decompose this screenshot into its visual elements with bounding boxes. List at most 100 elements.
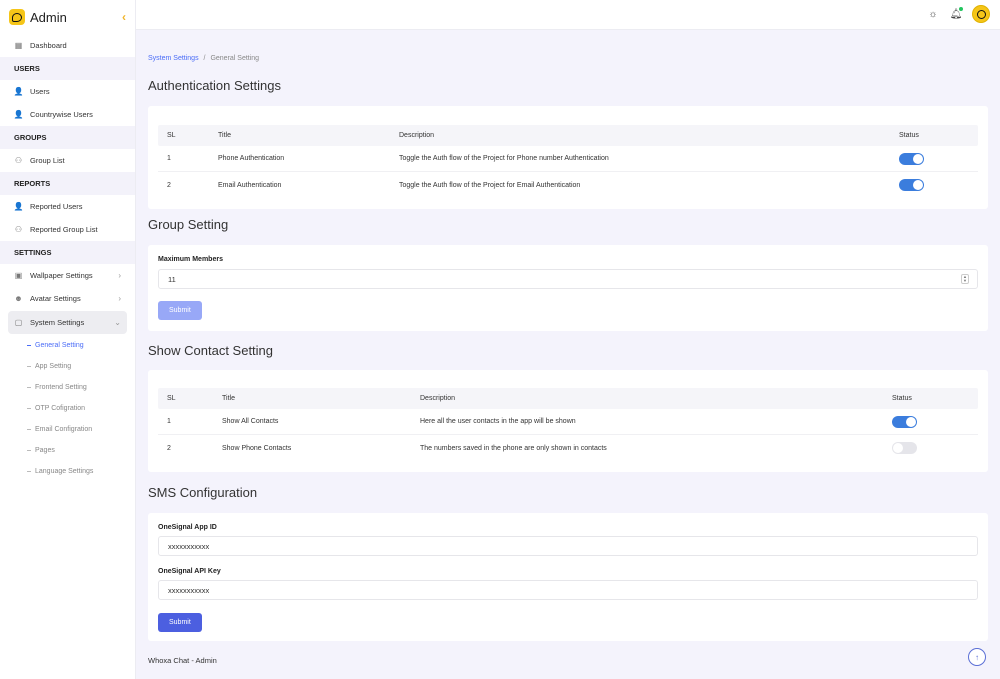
bullet — [27, 408, 31, 409]
submenu-pages[interactable]: Pages — [0, 440, 135, 461]
contact-table: SL Title Description Status 1 Show All C… — [158, 388, 978, 461]
breadcrumb-current: General Setting — [210, 55, 260, 62]
theme-toggle-icon[interactable]: ☼ — [926, 7, 940, 21]
cell-title: Email Authentication — [218, 181, 282, 189]
avatar-icon: ☻ — [14, 294, 23, 303]
bullet — [27, 450, 31, 451]
cell-description: Here all the user contacts in the app wi… — [420, 418, 576, 425]
submenu-language-settings[interactable]: Language Settings — [0, 461, 135, 482]
sidebar-item-reported-group-list[interactable]: ⚇ Reported Group List — [0, 218, 135, 241]
column-sl: SL — [167, 395, 176, 402]
section-settings: SETTINGS — [0, 241, 135, 264]
submenu-email-configuration[interactable]: Email Configration — [0, 419, 135, 440]
sidebar-item-label: Reported Group List — [30, 225, 98, 234]
column-status: Status — [892, 395, 912, 402]
group-setting-card: Maximum Members 11 ▲ ▼ Submit — [148, 245, 988, 331]
table-header: SL Title Description Status — [158, 125, 978, 146]
sms-config-title: SMS Configuration — [148, 485, 258, 500]
chevron-right-icon: › — [118, 294, 121, 303]
column-sl: SL — [167, 132, 176, 139]
cell-description: Toggle the Auth flow of the Project for … — [399, 155, 609, 162]
table-row: 2 Show Phone Contacts The numbers saved … — [158, 435, 978, 461]
bullet — [27, 387, 31, 388]
dashboard-icon: ▦ — [14, 41, 23, 50]
submenu-general-setting[interactable]: General Setting — [0, 335, 135, 356]
section-reports: REPORTS — [0, 172, 135, 195]
notification-bell-icon[interactable]: 🔔︎ — [949, 7, 963, 21]
scroll-to-top-button[interactable]: ↑ — [968, 648, 986, 666]
show-phone-contacts-toggle[interactable] — [892, 442, 917, 454]
sidebar-item-countrywise-users[interactable]: 👤 Countrywise Users — [0, 103, 135, 126]
maximum-members-input[interactable]: 11 ▲ ▼ — [158, 269, 978, 289]
cell-status — [883, 442, 917, 454]
submenu-label: OTP Cofigration — [35, 405, 86, 412]
chevron-down-icon: ⌄ — [114, 318, 121, 327]
sidebar-item-dashboard[interactable]: ▦ Dashboard — [0, 34, 135, 57]
onesignal-api-key-input[interactable]: xxxxxxxxxxx — [158, 580, 978, 600]
submenu-otp-configuration[interactable]: OTP Cofigration — [0, 398, 135, 419]
contact-setting-title: Show Contact Setting — [148, 343, 274, 358]
table-row: 1 Show All Contacts Here all the user co… — [158, 409, 978, 435]
group-setting-title: Group Setting — [148, 217, 229, 232]
brand: Admin ‹ — [0, 0, 135, 34]
brand-name: Admin — [30, 9, 67, 25]
contact-setting-card: SL Title Description Status 1 Show All C… — [148, 370, 988, 472]
breadcrumb-link-system-settings[interactable]: System Settings — [148, 55, 199, 62]
bullet — [27, 366, 31, 367]
sidebar-item-label: System Settings — [30, 318, 85, 327]
number-stepper-icon[interactable]: ▲ ▼ — [961, 274, 969, 284]
column-description: Description — [399, 132, 435, 139]
sidebar-item-label: Avatar Settings — [30, 294, 81, 303]
cell-title: Show Phone Contacts — [222, 444, 292, 452]
auth-table: SL Title Description Status 1 Phone Auth… — [158, 125, 978, 198]
cell-sl: 2 — [167, 181, 171, 189]
cell-sl: 1 — [167, 155, 171, 162]
table-header: SL Title Description Status — [158, 388, 978, 409]
topbar: ☼ 🔔︎ — [136, 0, 1000, 30]
collapse-sidebar-icon[interactable]: ‹ — [122, 10, 126, 24]
submenu-label: General Setting — [35, 342, 84, 349]
sidebar-item-wallpaper-settings[interactable]: ▣ Wallpaper Settings › — [0, 264, 135, 287]
sidebar-item-reported-users[interactable]: 👤 Reported Users — [0, 195, 135, 218]
sidebar-item-group-list[interactable]: ⚇ Group List — [0, 149, 135, 172]
sidebar-item-label: Countrywise Users — [30, 110, 93, 119]
onesignal-app-id-label: OneSignal App ID — [158, 524, 217, 531]
arrow-up-icon: ↑ — [975, 652, 979, 662]
submenu-label: Pages — [35, 447, 55, 454]
submenu-label: App Setting — [35, 363, 72, 370]
sidebar-item-label: Group List — [30, 156, 65, 165]
show-all-contacts-toggle[interactable] — [892, 415, 917, 428]
sidebar-item-system-settings[interactable]: ▢ System Settings ⌄ — [8, 311, 127, 334]
section-users: USERS — [0, 57, 135, 80]
submenu-frontend-setting[interactable]: Frontend Setting — [0, 377, 135, 398]
input-value: xxxxxxxxxxx — [168, 541, 210, 551]
sidebar-item-users[interactable]: 👤 Users — [0, 80, 135, 103]
chevron-right-icon: › — [118, 271, 121, 280]
sms-config-card: OneSignal App ID xxxxxxxxxxx OneSignal A… — [148, 513, 988, 641]
submenu-app-setting[interactable]: App Setting — [0, 356, 135, 377]
sms-submit-button[interactable]: Submit — [158, 613, 202, 632]
onesignal-app-id-input[interactable]: xxxxxxxxxxx — [158, 536, 978, 556]
sidebar-item-avatar-settings[interactable]: ☻ Avatar Settings › — [0, 287, 135, 310]
input-value: xxxxxxxxxxx — [168, 585, 210, 595]
group-icon: ⚇ — [14, 156, 23, 165]
cell-status — [883, 415, 917, 428]
system-icon: ▢ — [14, 318, 23, 327]
phone-auth-toggle[interactable] — [899, 152, 924, 165]
cell-description: The numbers saved in the phone are only … — [420, 444, 607, 452]
user-icon: 👤 — [13, 110, 24, 119]
sidebar-item-label: Dashboard — [30, 41, 67, 50]
user-icon: 👤 — [13, 87, 24, 96]
avatar[interactable] — [972, 5, 990, 23]
email-auth-toggle[interactable] — [899, 179, 924, 191]
main-content: System Settings / General Setting Authen… — [136, 30, 1000, 679]
breadcrumb-separator: / — [203, 55, 206, 62]
maximum-members-label: Maximum Members — [158, 256, 223, 263]
submenu-label: Email Configration — [35, 426, 93, 433]
notification-dot — [959, 7, 963, 11]
cell-status — [890, 179, 924, 191]
onesignal-api-key-label: OneSignal API Key — [158, 568, 221, 575]
group-submit-button[interactable]: Submit — [158, 301, 202, 320]
bullet — [27, 345, 31, 346]
table-row: 1 Phone Authentication Toggle the Auth f… — [158, 146, 978, 172]
